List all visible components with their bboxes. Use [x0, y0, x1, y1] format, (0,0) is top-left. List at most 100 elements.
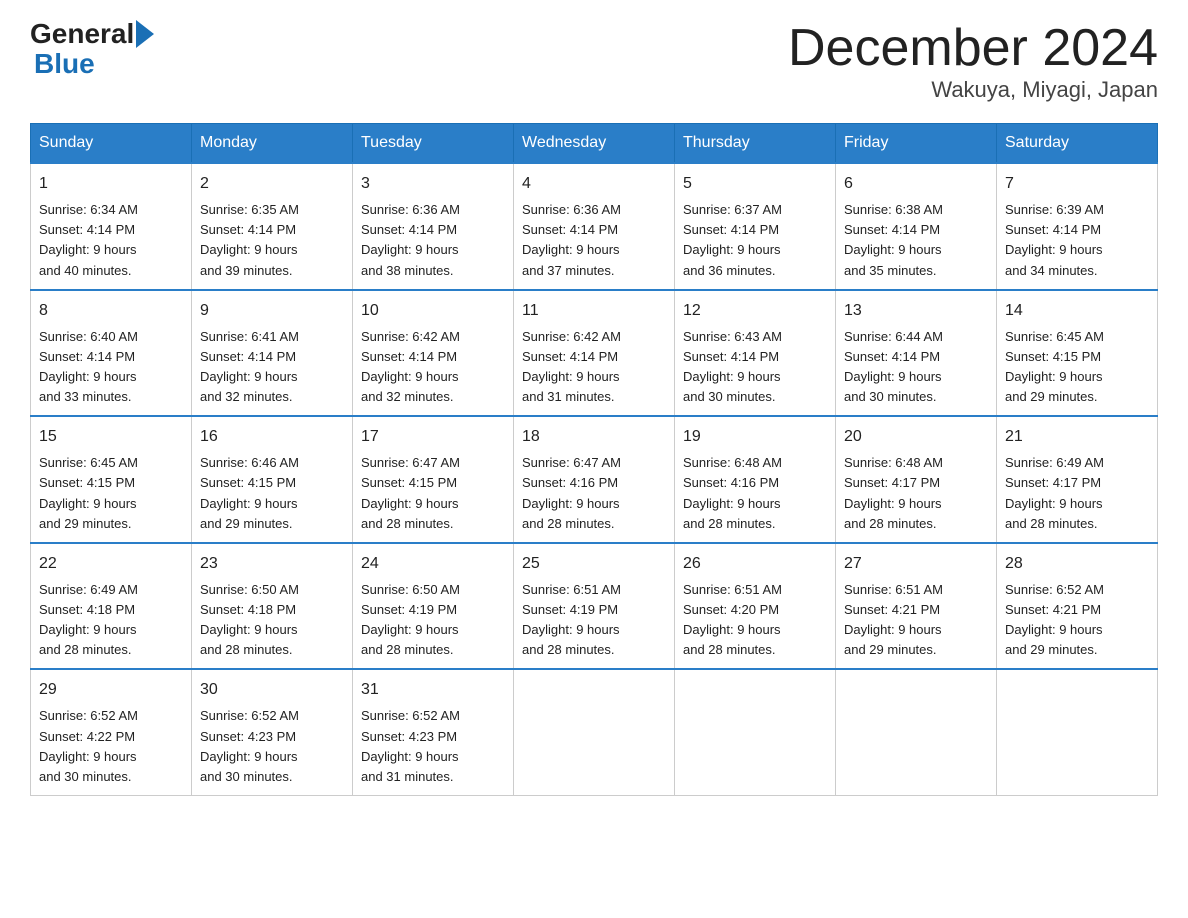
day-info: Sunrise: 6:50 AMSunset: 4:19 PMDaylight:… — [361, 580, 505, 661]
calendar-day-cell: 1Sunrise: 6:34 AMSunset: 4:14 PMDaylight… — [31, 163, 192, 290]
day-info: Sunrise: 6:43 AMSunset: 4:14 PMDaylight:… — [683, 327, 827, 408]
day-number: 27 — [844, 552, 988, 576]
calendar-day-cell: 25 Sunrise: 6:51 AMSunset: 4:19 PMDayligh… — [514, 543, 675, 670]
logo-blue-text: Blue — [34, 48, 95, 79]
day-number: 5 — [683, 172, 827, 196]
calendar-day-cell: 16 Sunrise: 6:46 AMSunset: 4:15 PMDayligh… — [192, 416, 353, 543]
day-number: 10 — [361, 299, 505, 323]
calendar-body: 1Sunrise: 6:34 AMSunset: 4:14 PMDaylight… — [31, 163, 1158, 795]
calendar-day-cell — [675, 669, 836, 795]
day-info: Sunrise: 6:50 AMSunset: 4:18 PMDaylight:… — [200, 580, 344, 661]
day-number: 16 — [200, 425, 344, 449]
page-header: General Blue December 2024 Wakuya, Miyag… — [30, 20, 1158, 103]
calendar-day-cell: 13 Sunrise: 6:44 AMSunset: 4:14 PMDayligh… — [836, 290, 997, 417]
day-number: 15 — [39, 425, 183, 449]
day-number: 29 — [39, 678, 183, 702]
day-number: 20 — [844, 425, 988, 449]
day-info: Sunrise: 6:45 AMSunset: 4:15 PMDaylight:… — [1005, 327, 1149, 408]
calendar-day-cell: 28 Sunrise: 6:52 AMSunset: 4:21 PMDayligh… — [997, 543, 1158, 670]
calendar-day-cell: 8 Sunrise: 6:40 AMSunset: 4:14 PMDaylight… — [31, 290, 192, 417]
day-number: 1 — [39, 172, 183, 196]
calendar-week-row: 29 Sunrise: 6:52 AMSunset: 4:22 PMDayligh… — [31, 669, 1158, 795]
day-number: 25 — [522, 552, 666, 576]
day-number: 28 — [1005, 552, 1149, 576]
col-tuesday: Tuesday — [353, 124, 514, 164]
calendar-day-cell: 23 Sunrise: 6:50 AMSunset: 4:18 PMDayligh… — [192, 543, 353, 670]
day-info: Sunrise: 6:41 AMSunset: 4:14 PMDaylight:… — [200, 327, 344, 408]
calendar-day-cell: 11 Sunrise: 6:42 AMSunset: 4:14 PMDayligh… — [514, 290, 675, 417]
calendar-day-cell: 15 Sunrise: 6:45 AMSunset: 4:15 PMDayligh… — [31, 416, 192, 543]
day-number: 21 — [1005, 425, 1149, 449]
calendar-day-cell: 5 Sunrise: 6:37 AMSunset: 4:14 PMDaylight… — [675, 163, 836, 290]
day-info: Sunrise: 6:45 AMSunset: 4:15 PMDaylight:… — [39, 453, 183, 534]
day-number: 26 — [683, 552, 827, 576]
calendar-day-cell: 3 Sunrise: 6:36 AMSunset: 4:14 PMDaylight… — [353, 163, 514, 290]
day-info: Sunrise: 6:44 AMSunset: 4:14 PMDaylight:… — [844, 327, 988, 408]
month-title: December 2024 — [788, 20, 1158, 77]
day-info: Sunrise: 6:35 AMSunset: 4:14 PMDaylight:… — [200, 200, 344, 281]
day-number: 22 — [39, 552, 183, 576]
location-text: Wakuya, Miyagi, Japan — [788, 77, 1158, 103]
day-number: 24 — [361, 552, 505, 576]
day-number: 30 — [200, 678, 344, 702]
day-info: Sunrise: 6:46 AMSunset: 4:15 PMDaylight:… — [200, 453, 344, 534]
calendar-day-cell: 10 Sunrise: 6:42 AMSunset: 4:14 PMDayligh… — [353, 290, 514, 417]
day-info: Sunrise: 6:49 AMSunset: 4:18 PMDaylight:… — [39, 580, 183, 661]
day-info: Sunrise: 6:47 AMSunset: 4:16 PMDaylight:… — [522, 453, 666, 534]
day-info: Sunrise: 6:37 AMSunset: 4:14 PMDaylight:… — [683, 200, 827, 281]
day-info: Sunrise: 6:49 AMSunset: 4:17 PMDaylight:… — [1005, 453, 1149, 534]
day-info: Sunrise: 6:52 AMSunset: 4:22 PMDaylight:… — [39, 706, 183, 787]
calendar-day-cell: 29 Sunrise: 6:52 AMSunset: 4:22 PMDayligh… — [31, 669, 192, 795]
col-sunday: Sunday — [31, 124, 192, 164]
col-friday: Friday — [836, 124, 997, 164]
calendar-day-cell: 18Sunrise: 6:47 AMSunset: 4:16 PMDayligh… — [514, 416, 675, 543]
day-info: Sunrise: 6:42 AMSunset: 4:14 PMDaylight:… — [522, 327, 666, 408]
calendar-week-row: 8 Sunrise: 6:40 AMSunset: 4:14 PMDaylight… — [31, 290, 1158, 417]
logo-arrow-icon — [136, 20, 154, 48]
calendar-day-cell: 24 Sunrise: 6:50 AMSunset: 4:19 PMDayligh… — [353, 543, 514, 670]
col-thursday: Thursday — [675, 124, 836, 164]
day-info: Sunrise: 6:51 AMSunset: 4:19 PMDaylight:… — [522, 580, 666, 661]
col-monday: Monday — [192, 124, 353, 164]
day-number: 13 — [844, 299, 988, 323]
day-info: Sunrise: 6:52 AMSunset: 4:21 PMDaylight:… — [1005, 580, 1149, 661]
calendar-day-cell: 9 Sunrise: 6:41 AMSunset: 4:14 PMDaylight… — [192, 290, 353, 417]
calendar-day-cell: 27 Sunrise: 6:51 AMSunset: 4:21 PMDayligh… — [836, 543, 997, 670]
calendar-day-cell: 30 Sunrise: 6:52 AMSunset: 4:23 PMDayligh… — [192, 669, 353, 795]
day-info: Sunrise: 6:52 AMSunset: 4:23 PMDaylight:… — [200, 706, 344, 787]
day-number: 17 — [361, 425, 505, 449]
day-info: Sunrise: 6:52 AMSunset: 4:23 PMDaylight:… — [361, 706, 505, 787]
calendar-day-cell: 17 Sunrise: 6:47 AMSunset: 4:15 PMDayligh… — [353, 416, 514, 543]
title-section: December 2024 Wakuya, Miyagi, Japan — [788, 20, 1158, 103]
col-wednesday: Wednesday — [514, 124, 675, 164]
day-info: Sunrise: 6:47 AMSunset: 4:15 PMDaylight:… — [361, 453, 505, 534]
calendar-day-cell: 6Sunrise: 6:38 AMSunset: 4:14 PMDaylight… — [836, 163, 997, 290]
day-info: Sunrise: 6:36 AMSunset: 4:14 PMDaylight:… — [361, 200, 505, 281]
calendar-day-cell: 19Sunrise: 6:48 AMSunset: 4:16 PMDayligh… — [675, 416, 836, 543]
calendar-day-cell: 31Sunrise: 6:52 AMSunset: 4:23 PMDayligh… — [353, 669, 514, 795]
day-info: Sunrise: 6:42 AMSunset: 4:14 PMDaylight:… — [361, 327, 505, 408]
day-number: 8 — [39, 299, 183, 323]
calendar-week-row: 15 Sunrise: 6:45 AMSunset: 4:15 PMDayligh… — [31, 416, 1158, 543]
calendar-day-cell: 2 Sunrise: 6:35 AMSunset: 4:14 PMDaylight… — [192, 163, 353, 290]
calendar-day-cell — [514, 669, 675, 795]
day-number: 2 — [200, 172, 344, 196]
day-info: Sunrise: 6:40 AMSunset: 4:14 PMDaylight:… — [39, 327, 183, 408]
calendar-header: Sunday Monday Tuesday Wednesday Thursday… — [31, 124, 1158, 164]
logo: General Blue — [30, 20, 156, 80]
day-info: Sunrise: 6:48 AMSunset: 4:17 PMDaylight:… — [844, 453, 988, 534]
day-info: Sunrise: 6:39 AMSunset: 4:14 PMDaylight:… — [1005, 200, 1149, 281]
day-info: Sunrise: 6:38 AMSunset: 4:14 PMDaylight:… — [844, 200, 988, 281]
day-number: 11 — [522, 299, 666, 323]
day-number: 9 — [200, 299, 344, 323]
calendar-day-cell — [997, 669, 1158, 795]
day-number: 14 — [1005, 299, 1149, 323]
calendar-day-cell — [836, 669, 997, 795]
calendar-day-cell: 21 Sunrise: 6:49 AMSunset: 4:17 PMDayligh… — [997, 416, 1158, 543]
day-info: Sunrise: 6:51 AMSunset: 4:21 PMDaylight:… — [844, 580, 988, 661]
day-number: 3 — [361, 172, 505, 196]
calendar-day-cell: 7Sunrise: 6:39 AMSunset: 4:14 PMDaylight… — [997, 163, 1158, 290]
calendar-day-cell: 22 Sunrise: 6:49 AMSunset: 4:18 PMDayligh… — [31, 543, 192, 670]
day-number: 12 — [683, 299, 827, 323]
day-number: 23 — [200, 552, 344, 576]
